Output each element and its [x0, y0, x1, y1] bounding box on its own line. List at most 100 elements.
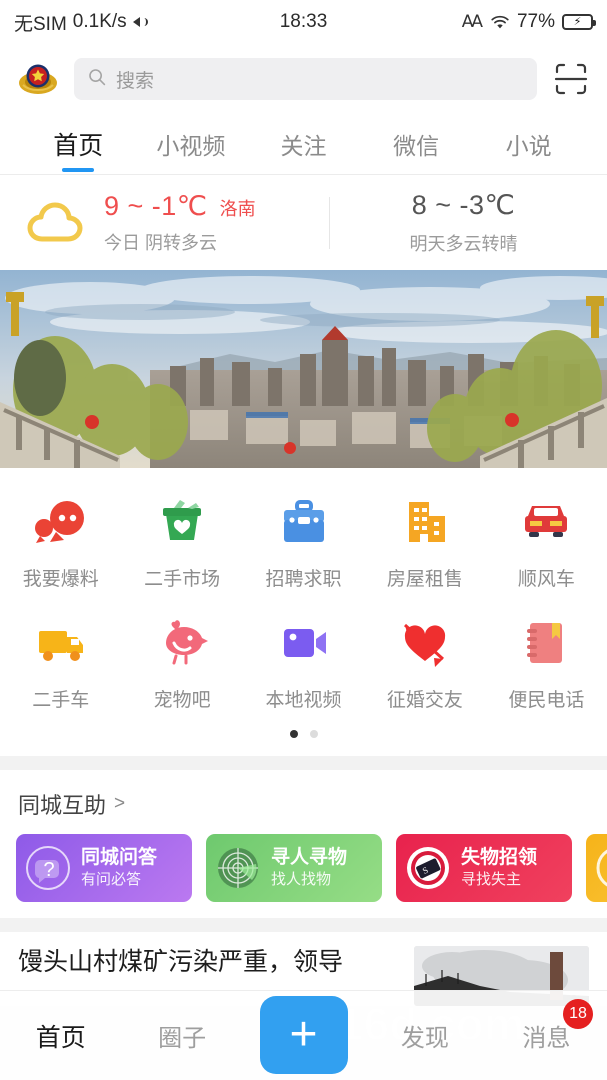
service-grid: 我要爆料 二手市场 招聘求职 房屋租售 顺风车 二手车 宠物吧 本地视频 征婚交… — [0, 468, 607, 756]
bottom-nav-label: 圈子 — [158, 1025, 207, 1052]
weather-widget[interactable]: 9 ~ -1℃ 洛南 今日 阴转多云 8 ~ -3℃ 明天多云转晴 — [0, 175, 607, 270]
grid-item-label: 房屋租售 — [386, 569, 463, 590]
carrier-label: 无SIM — [14, 13, 67, 35]
grid-item-pets[interactable]: 宠物吧 — [121, 605, 242, 726]
mutual-help-card-partial[interactable] — [586, 834, 607, 902]
mutual-help-card-list: ? 同城问答 有问必答 寻人寻物 找人找物 S 失物招领 寻找失主 — [0, 834, 607, 902]
grid-pager[interactable] — [0, 726, 607, 750]
scan-qr-icon[interactable] — [551, 59, 591, 99]
badge-icon — [594, 844, 607, 892]
app-header: 搜索 — [0, 44, 607, 114]
weather-tomorrow-temp: 8 ~ -3℃ — [411, 189, 516, 220]
bottom-nav-messages[interactable]: 消息 18 — [486, 991, 607, 1080]
mutual-help-card-lost-found[interactable]: S 失物招领 寻找失主 — [396, 834, 572, 902]
city-panorama-banner[interactable] — [0, 270, 607, 468]
svg-text:?: ? — [43, 859, 54, 881]
tab-short-video[interactable]: 小视频 — [135, 114, 248, 174]
bottom-nav-home[interactable]: 首页 — [0, 991, 121, 1080]
card-subtitle: 有问必答 — [81, 870, 142, 888]
grid-item-dating[interactable]: 征婚交友 — [364, 605, 485, 726]
bluetooth-icon: Ꜳ — [461, 12, 483, 31]
plus-icon: + — [289, 1007, 318, 1061]
card-subtitle: 寻找失主 — [461, 870, 522, 888]
section-gap-2 — [0, 918, 607, 932]
grid-item-label: 招聘求职 — [265, 569, 342, 590]
briefcase-icon — [274, 492, 334, 552]
tab-home[interactable]: 首页 — [22, 114, 135, 174]
grid-item-label: 二手车 — [32, 690, 90, 711]
grid-item-label: 顺风车 — [517, 569, 575, 590]
weather-tomorrow: 8 ~ -3℃ 明天多云转晴 — [330, 190, 597, 256]
grid-item-secondhand-market[interactable]: 二手市场 — [121, 484, 242, 605]
tab-wechat[interactable]: 微信 — [360, 114, 473, 174]
mutual-help-card-text: 寻人寻物 找人找物 — [271, 847, 347, 888]
mutual-help-header[interactable]: 同城互助 > — [0, 788, 607, 834]
network-speed-label: 0.1K/s — [72, 11, 127, 32]
bottom-nav-label: 消息 — [522, 1025, 571, 1052]
grid-item-carpool[interactable]: 顺风车 — [486, 484, 607, 605]
pager-dot-active[interactable] — [289, 730, 298, 738]
police-emblem-logo[interactable] — [16, 57, 60, 101]
bottom-nav-discover[interactable]: 发现 — [364, 991, 485, 1080]
create-post-button[interactable]: + — [259, 995, 348, 1074]
weather-today-temp: 9 ~ -1℃ — [104, 190, 208, 221]
radar-icon — [214, 844, 262, 892]
grid-item-phonebook[interactable]: 便民电话 — [486, 605, 607, 726]
app-root: 无SIM 0.1K/s 18:33 Ꜳ 77% ⚡ 搜索 首页 小视频 关注 微… — [0, 0, 607, 1080]
wifi-icon — [490, 15, 510, 30]
heart-arrow-icon — [395, 613, 455, 673]
grid-item-housing[interactable]: 房屋租售 — [364, 484, 485, 605]
mutual-help-title: 同城互助 — [18, 793, 107, 818]
question-bubble-icon: ? — [24, 844, 72, 892]
grid-item-baoliao[interactable]: 我要爆料 — [0, 484, 121, 605]
basket-heart-icon — [152, 492, 212, 552]
status-bar: 无SIM 0.1K/s 18:33 Ꜳ 77% ⚡ — [0, 0, 607, 44]
grid-item-label: 我要爆料 — [22, 569, 99, 590]
search-input[interactable]: 搜索 — [74, 58, 537, 100]
battery-percent-label: 77% — [516, 11, 555, 32]
tab-novel[interactable]: 小说 — [472, 114, 585, 174]
status-bar-right: Ꜳ 77% ⚡ — [461, 11, 596, 33]
buildings-icon — [395, 492, 455, 552]
weather-today-desc: 今日 阴转多云 — [104, 232, 218, 253]
status-bar-left: 无SIM 0.1K/s — [14, 9, 153, 36]
grid-item-local-video[interactable]: 本地视频 — [243, 605, 364, 726]
weather-city: 洛南 — [219, 198, 256, 219]
tab-follow[interactable]: 关注 — [247, 114, 360, 174]
grid-item-label: 二手市场 — [144, 569, 221, 590]
grid-item-label: 宠物吧 — [153, 690, 211, 711]
notebook-icon — [516, 613, 576, 673]
tab-label: 首页 — [53, 132, 104, 160]
grid-item-label: 本地视频 — [265, 690, 342, 711]
mutual-help-section: 同城互助 > ? 同城问答 有问必答 寻人寻物 找人找物 S 失物招领 寻找失主 — [0, 770, 607, 918]
mutual-help-card-qa[interactable]: ? 同城问答 有问必答 — [16, 834, 192, 902]
service-grid-row-1: 我要爆料 二手市场 招聘求职 房屋租售 顺风车 — [0, 484, 607, 605]
card-title: 失物招领 — [461, 846, 538, 868]
grid-item-label: 征婚交友 — [386, 690, 463, 711]
mutual-help-card-text: 失物招领 寻找失主 — [461, 846, 538, 888]
mutual-help-card-find-person[interactable]: 寻人寻物 找人找物 — [206, 834, 382, 902]
bottom-nav-circle[interactable]: 圈子 — [121, 991, 242, 1080]
car-icon — [516, 492, 576, 552]
service-grid-row-2: 二手车 宠物吧 本地视频 征婚交友 便民电话 — [0, 605, 607, 726]
tab-label: 小视频 — [156, 133, 226, 159]
truck-icon — [31, 613, 91, 673]
grid-item-used-car[interactable]: 二手车 — [0, 605, 121, 726]
lost-card-icon: S — [404, 844, 452, 892]
speech-bubbles-icon — [31, 492, 91, 552]
grid-item-jobs[interactable]: 招聘求职 — [243, 484, 364, 605]
tab-label: 关注 — [280, 133, 327, 159]
chevron-right-icon: > — [114, 793, 126, 814]
tab-label: 小说 — [505, 133, 552, 159]
bottom-nav-label: 发现 — [400, 1025, 449, 1052]
weather-tomorrow-desc: 明天多云转晴 — [409, 233, 518, 254]
volume-icon — [132, 14, 153, 30]
pager-dot[interactable] — [309, 730, 318, 738]
camcorder-icon — [274, 613, 334, 673]
weather-today-text: 9 ~ -1℃ 洛南 今日 阴转多云 — [104, 191, 256, 255]
battery-charging-icon: ⚡ — [562, 14, 596, 30]
grid-item-label: 便民电话 — [508, 690, 585, 711]
weather-today-temp-row: 9 ~ -1℃ 洛南 — [104, 191, 256, 222]
bird-icon — [152, 613, 212, 673]
cloudy-icon — [22, 195, 96, 251]
